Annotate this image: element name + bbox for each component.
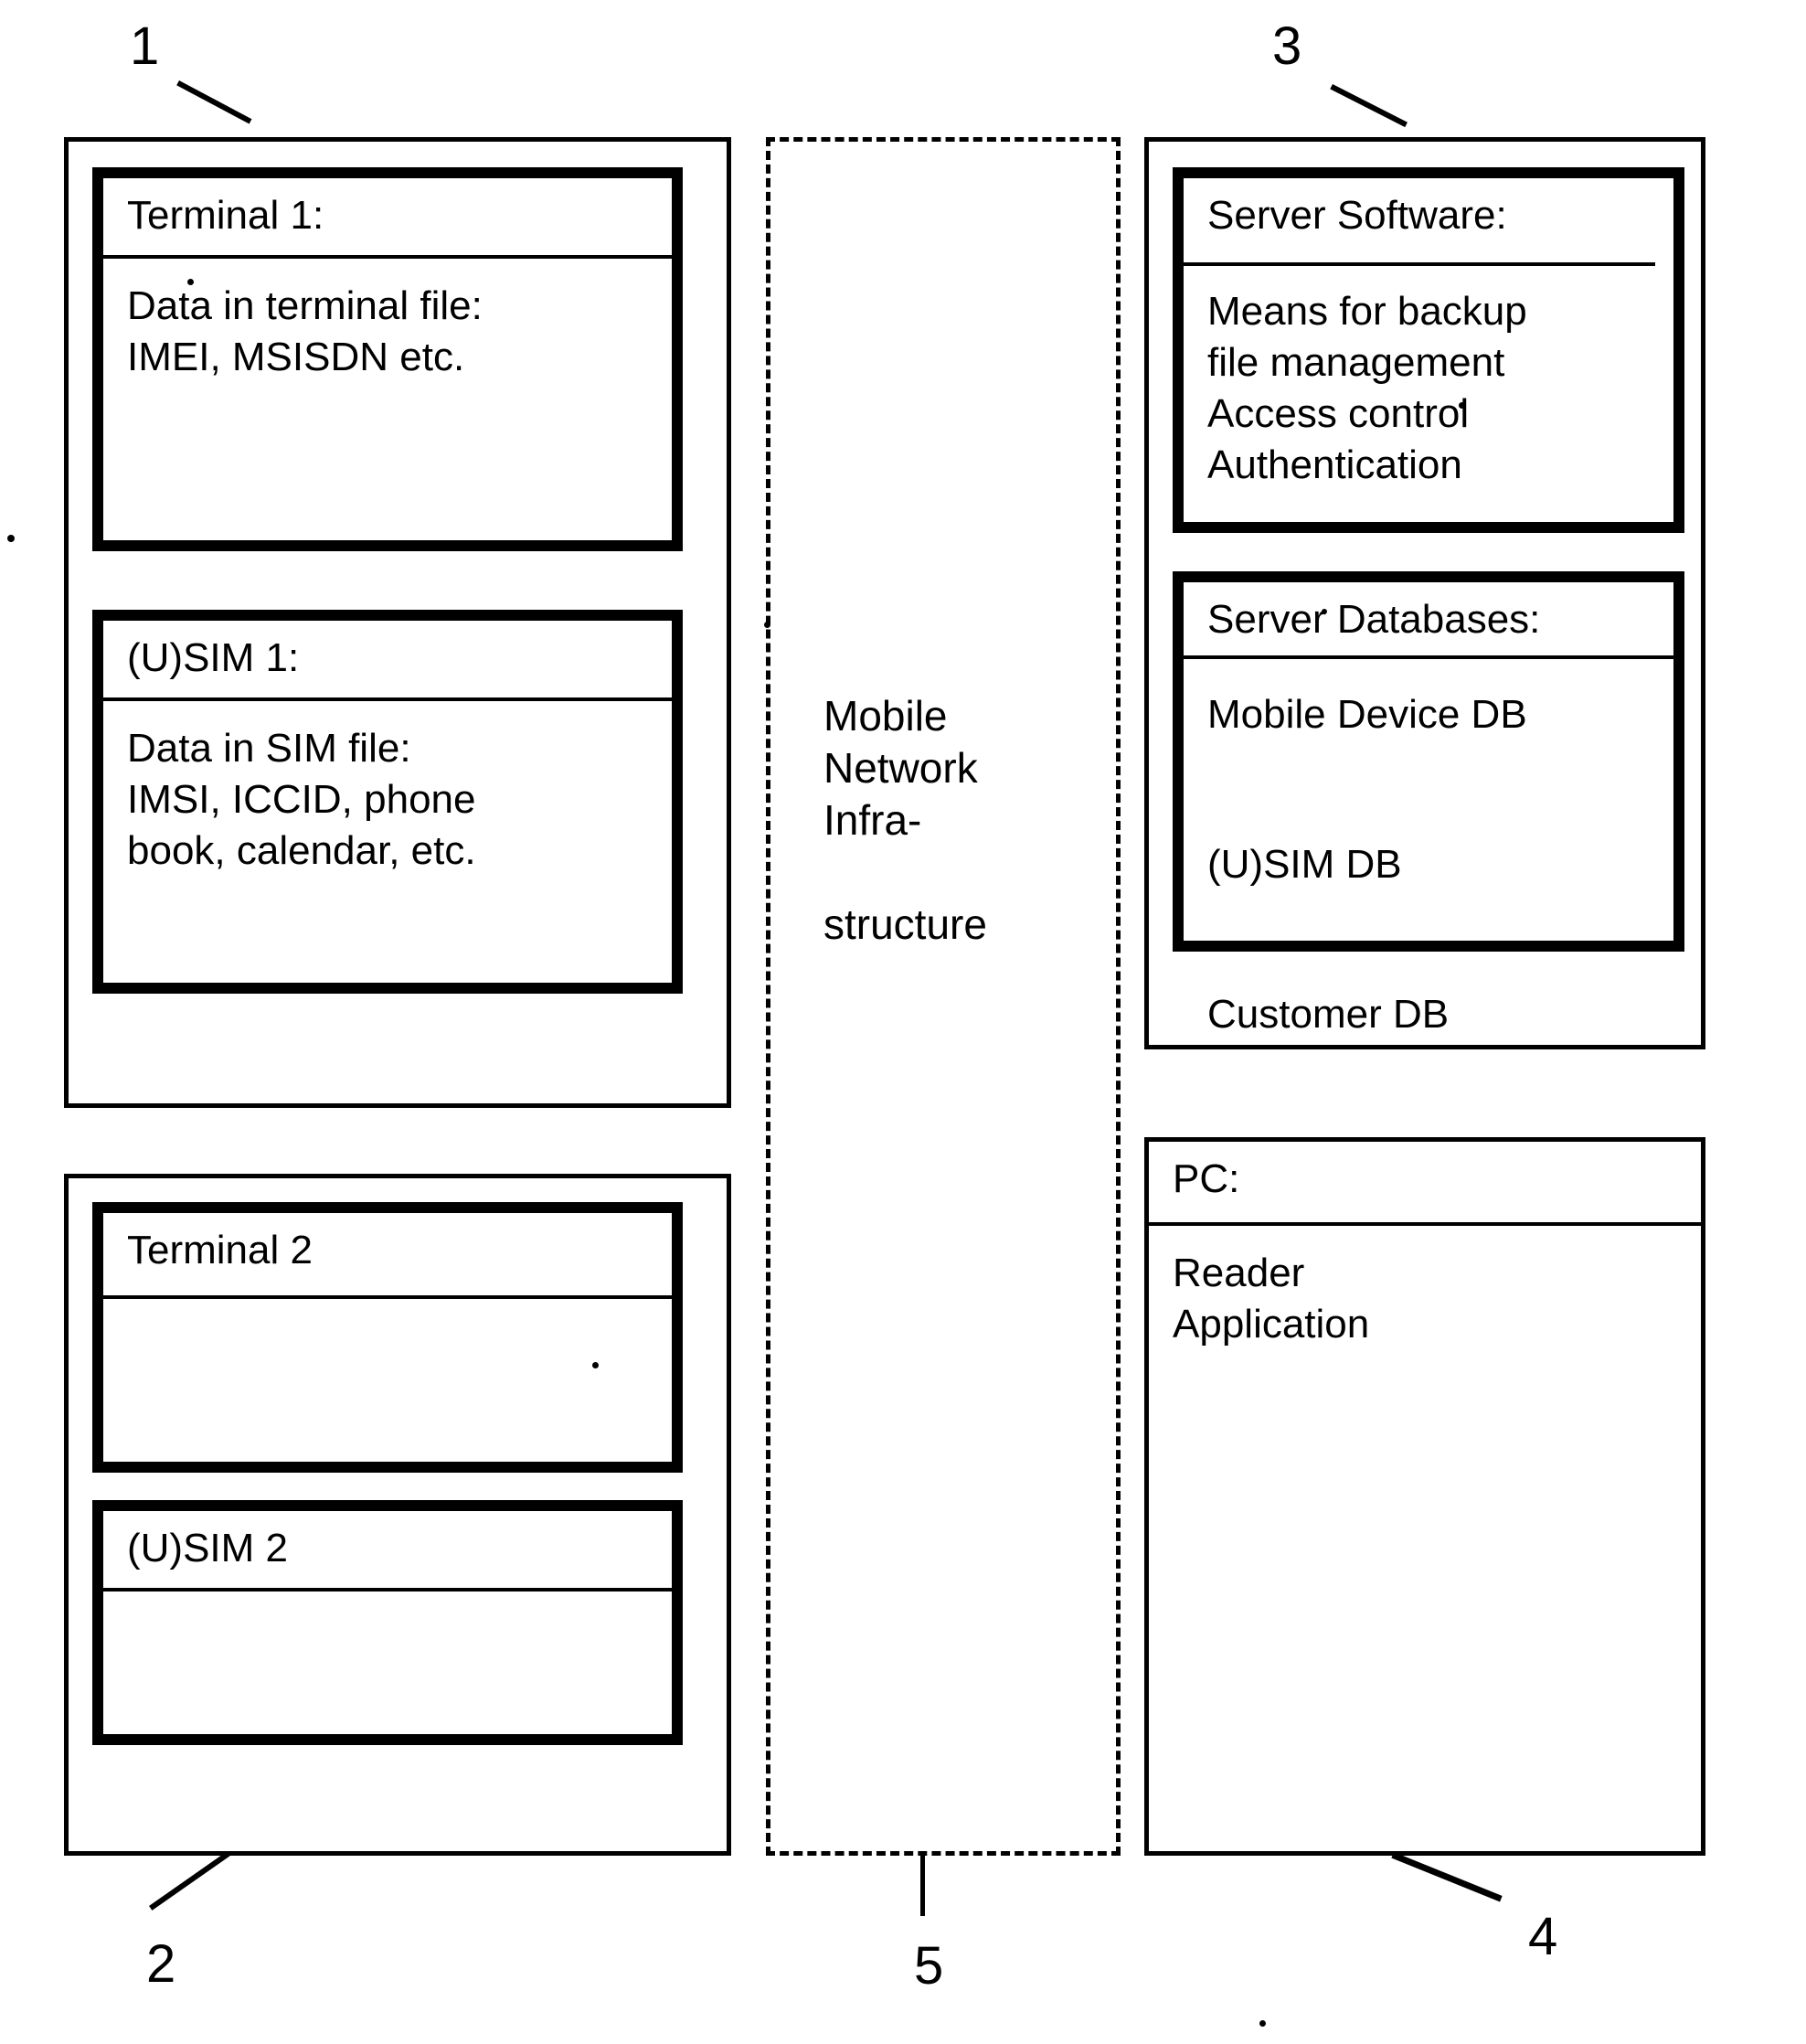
server-software-body: Means for backup file management Access … [1207, 289, 1527, 487]
server-databases-divider [1184, 655, 1673, 659]
usim-1-title: (U)SIM 1: [127, 635, 300, 680]
server-databases-body: Mobile Device DB (U)SIM DB Customer DB [1207, 692, 1527, 1037]
patent-figure: 1 3 Terminal 1: Data in terminal file: I… [0, 0, 1806, 2044]
server-databases-panel: Server Databases: Mobile Device DB (U)SI… [1173, 571, 1684, 1037]
scan-speck [1322, 609, 1327, 614]
server-databases-title: Server Databases: [1207, 597, 1541, 642]
usim-2-panel: (U)SIM 2 [92, 1500, 683, 1745]
pc-title: PC: [1173, 1156, 1240, 1201]
scan-speck [1259, 2020, 1266, 2027]
leader-line-5 [920, 1856, 925, 1916]
scan-speck [187, 279, 194, 285]
device-1-outer-box: Terminal 1: Data in terminal file: IMEI,… [64, 137, 731, 1108]
pc-divider [1149, 1222, 1701, 1226]
server-software-divider [1184, 262, 1655, 266]
leader-line-1 [176, 80, 252, 124]
usim-2-divider [103, 1588, 672, 1592]
terminal-1-divider [103, 255, 672, 259]
server-software-title: Server Software: [1207, 193, 1507, 238]
usim-1-panel: (U)SIM 1: Data in SIM file: IMSI, ICCID,… [92, 610, 683, 994]
leader-line-3 [1330, 84, 1408, 128]
pc-panel: PC: Reader Application [1144, 1137, 1705, 1856]
usim-1-body: Data in SIM file: IMSI, ICCID, phone boo… [127, 726, 476, 873]
mobile-network-infrastructure-label: Mobile Network Infra- structure [823, 692, 987, 948]
scan-speck [7, 535, 15, 542]
scan-speck [592, 1362, 599, 1368]
reference-numeral-5: 5 [914, 1936, 944, 1996]
scan-speck [764, 622, 770, 628]
usim-1-divider [103, 697, 672, 701]
device-2-outer-box: Terminal 2 (U)SIM 2 [64, 1174, 731, 1856]
reference-numeral-1: 1 [130, 16, 160, 76]
leader-line-4 [1391, 1852, 1503, 1902]
mobile-network-infrastructure-box: Mobile Network Infra- structure [766, 137, 1121, 1856]
reference-numeral-3: 3 [1272, 16, 1302, 76]
terminal-2-panel: Terminal 2 [92, 1202, 683, 1473]
terminal-1-panel: Terminal 1: Data in terminal file: IMEI,… [92, 167, 683, 551]
pc-body: Reader Application [1173, 1251, 1370, 1347]
reference-numeral-4: 4 [1528, 1907, 1558, 1966]
leader-line-2 [149, 1851, 230, 1911]
terminal-1-body: Data in terminal file: IMEI, MSISDN etc. [127, 283, 483, 379]
reference-numeral-2: 2 [146, 1934, 176, 1994]
server-software-panel: Server Software: Means for backup file m… [1173, 167, 1684, 533]
usim-2-title: (U)SIM 2 [127, 1526, 288, 1570]
server-outer-box: Server Software: Means for backup file m… [1144, 137, 1705, 1049]
terminal-2-title: Terminal 2 [127, 1228, 313, 1272]
scan-speck [1459, 402, 1465, 409]
terminal-2-divider [103, 1295, 672, 1299]
terminal-1-title: Terminal 1: [127, 193, 324, 238]
